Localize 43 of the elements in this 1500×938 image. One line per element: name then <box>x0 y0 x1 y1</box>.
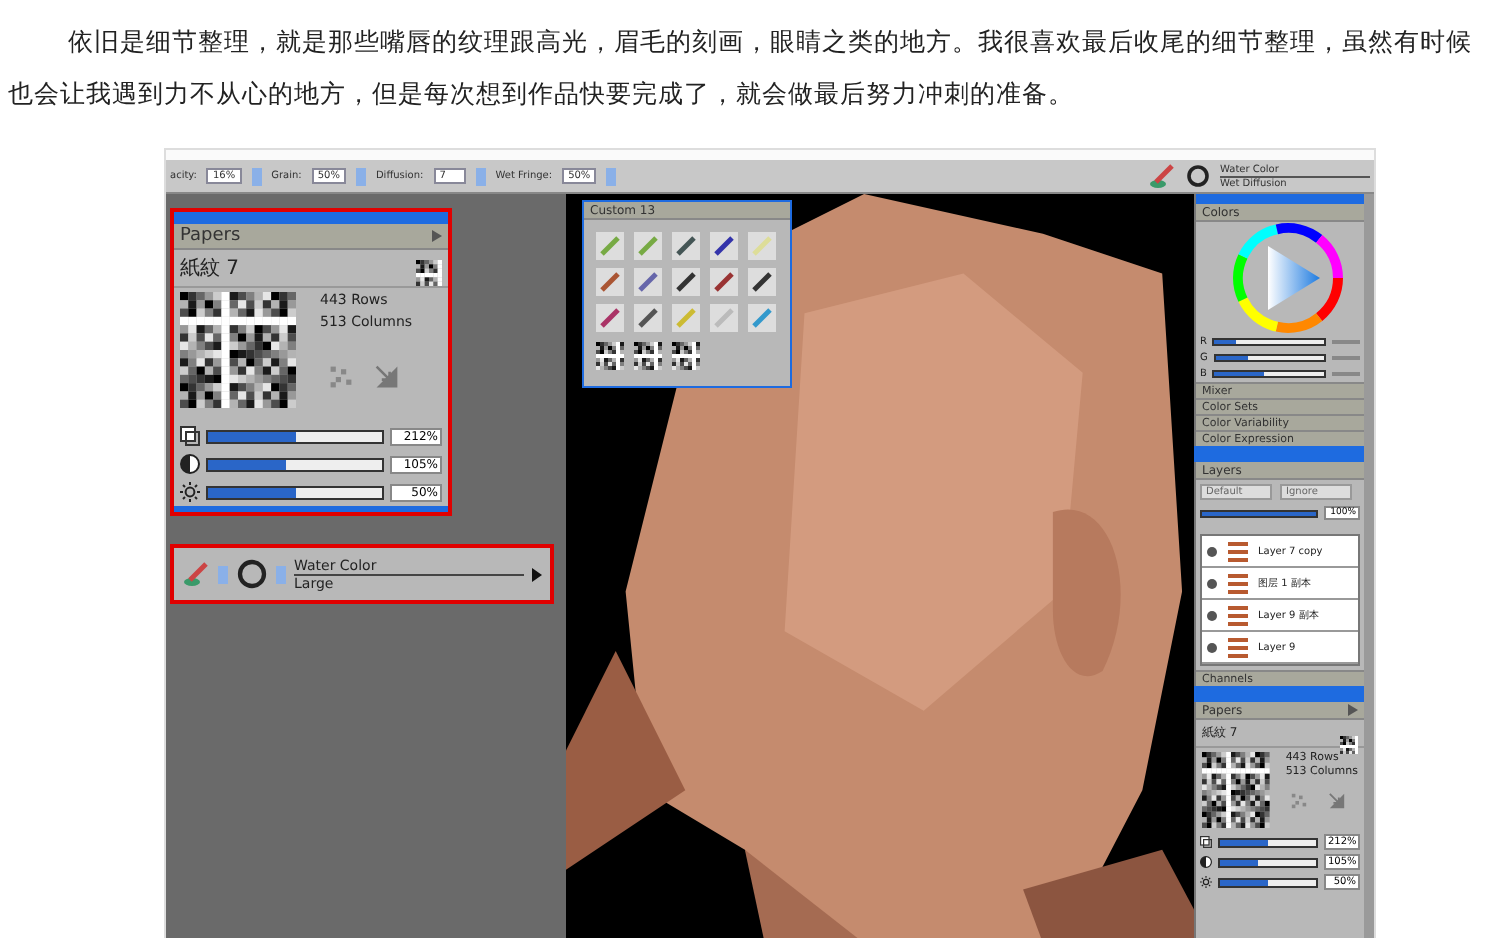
brightness-icon <box>1200 876 1212 888</box>
contrast-icon <box>1200 856 1212 868</box>
slider[interactable] <box>1218 877 1318 887</box>
eye-icon[interactable] <box>1206 577 1218 589</box>
slider[interactable] <box>206 457 384 471</box>
layer-thumbnail <box>1224 538 1252 564</box>
brush-icon[interactable] <box>672 232 700 260</box>
article-paragraph: 依旧是细节整理，就是那些嘴唇的纹理跟高光，眉毛的刻画，眼睛之类的地方。我很喜欢最后收尾的细节整理，虽然有时候也会让我遇到力不从心的地方，但是每次想到作品快要完成了，就会做最后努力冲刺的准备。 <box>8 24 1475 112</box>
eye-icon[interactable] <box>1206 641 1218 653</box>
brush-icon[interactable] <box>596 304 624 332</box>
dab-circle-icon[interactable] <box>236 558 268 590</box>
eye-icon[interactable] <box>1206 545 1218 557</box>
paper-texture-preview <box>180 292 296 408</box>
slider[interactable] <box>206 485 384 499</box>
paper-swatch-icon <box>596 342 624 370</box>
dab-circle-icon[interactable] <box>1186 164 1210 188</box>
brightness-icon <box>180 482 200 502</box>
slider[interactable] <box>1218 837 1318 847</box>
slider[interactable] <box>1213 354 1326 362</box>
brush-icon[interactable] <box>710 232 738 260</box>
paper-scale-icon <box>180 426 200 446</box>
brush-icon <box>1148 162 1176 190</box>
paper-name: 紙紋 7 <box>180 256 240 282</box>
brush-icon[interactable] <box>710 268 738 296</box>
brush-icon[interactable] <box>748 268 776 296</box>
slider[interactable] <box>1218 857 1318 867</box>
paper-texture-preview <box>1202 752 1270 828</box>
panel-title: Papers <box>180 226 241 246</box>
layer-thumbnail <box>1224 634 1252 660</box>
paper-swatch-icon <box>634 342 662 370</box>
brush-icon <box>182 560 210 588</box>
layer-thumbnail <box>1224 602 1252 628</box>
paper-scale-icon <box>1200 836 1212 848</box>
slider[interactable] <box>1212 370 1326 378</box>
brush-icon[interactable] <box>634 304 662 332</box>
eye-icon[interactable] <box>1206 609 1218 621</box>
menu-arrow-icon[interactable] <box>532 567 542 581</box>
paper-swatch-icon <box>672 342 700 370</box>
slider[interactable] <box>1212 338 1326 346</box>
layer-thumbnail <box>1224 570 1252 596</box>
brush-icon[interactable] <box>672 268 700 296</box>
contrast-icon <box>180 454 200 474</box>
slider[interactable] <box>206 429 384 443</box>
